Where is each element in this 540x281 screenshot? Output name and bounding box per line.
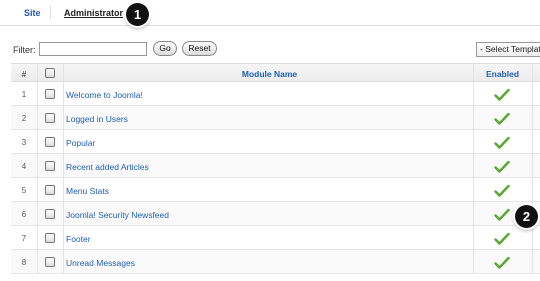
- table-row: 8 Unread Messages: [11, 250, 540, 274]
- table-row: 6 Joomla! Security Newsfeed: [11, 202, 540, 226]
- enabled-check-icon[interactable]: [494, 208, 510, 222]
- table-row: 1 Welcome to Joomla!: [11, 82, 540, 106]
- module-name-link[interactable]: Logged in Users: [66, 114, 128, 124]
- header-num: #: [21, 69, 27, 79]
- tab-divider: [50, 6, 51, 19]
- module-name-link[interactable]: Welcome to Joomla!: [66, 90, 143, 100]
- module-name-link[interactable]: Menu Stats: [66, 186, 109, 196]
- enabled-check-icon[interactable]: [494, 256, 510, 270]
- table-row: 2 Logged in Users: [11, 106, 540, 130]
- filter-label: Filter:: [13, 45, 36, 55]
- go-button[interactable]: Go: [153, 41, 177, 56]
- template-select[interactable]: - Select Template -: [476, 42, 540, 57]
- tab-site[interactable]: Site: [24, 8, 41, 18]
- row-number: 3: [21, 138, 27, 147]
- row-number: 7: [21, 234, 27, 243]
- header-module-name[interactable]: Module Name: [66, 69, 473, 79]
- module-name-link[interactable]: Footer: [66, 234, 91, 244]
- enabled-check-icon[interactable]: [494, 88, 510, 102]
- step-callout-1: 1: [126, 3, 149, 26]
- filter-bar: Filter: Go Reset - Select Template -: [0, 38, 540, 60]
- row-number: 6: [21, 210, 27, 219]
- enabled-check-icon[interactable]: [494, 184, 510, 198]
- module-name-link[interactable]: Unread Messages: [66, 258, 135, 268]
- enabled-check-icon[interactable]: [494, 232, 510, 246]
- enabled-check-icon[interactable]: [494, 136, 510, 150]
- module-name-link[interactable]: Joomla! Security Newsfeed: [66, 210, 169, 220]
- header-enabled[interactable]: Enabled: [474, 69, 531, 79]
- enabled-check-icon[interactable]: [494, 160, 510, 174]
- select-all-checkbox[interactable]: [45, 68, 55, 78]
- row-checkbox[interactable]: [45, 257, 55, 267]
- row-checkbox[interactable]: [45, 209, 55, 219]
- table-header: # Module Name Enabled: [11, 63, 540, 82]
- reset-button[interactable]: Reset: [182, 41, 217, 56]
- table-row: 5 Menu Stats: [11, 178, 540, 202]
- row-checkbox[interactable]: [45, 185, 55, 195]
- tab-bar: Site Administrator: [0, 0, 540, 26]
- row-number: 2: [21, 114, 27, 123]
- step-callout-2: 2: [515, 205, 538, 228]
- row-checkbox[interactable]: [45, 161, 55, 171]
- module-name-link[interactable]: Recent added Articles: [66, 162, 149, 172]
- row-number: 5: [21, 186, 27, 195]
- row-number: 8: [21, 258, 27, 267]
- tab-administrator[interactable]: Administrator: [64, 8, 123, 18]
- table-row: 3 Popular: [11, 130, 540, 154]
- row-number: 1: [21, 90, 27, 99]
- filter-input[interactable]: [39, 42, 147, 56]
- module-name-link[interactable]: Popular: [66, 138, 95, 148]
- row-checkbox[interactable]: [45, 233, 55, 243]
- row-checkbox[interactable]: [45, 137, 55, 147]
- row-checkbox[interactable]: [45, 89, 55, 99]
- table-row: 7 Footer: [11, 226, 540, 250]
- row-checkbox[interactable]: [45, 113, 55, 123]
- row-number: 4: [21, 162, 27, 171]
- enabled-check-icon[interactable]: [494, 112, 510, 126]
- table-row: 4 Recent added Articles: [11, 154, 540, 178]
